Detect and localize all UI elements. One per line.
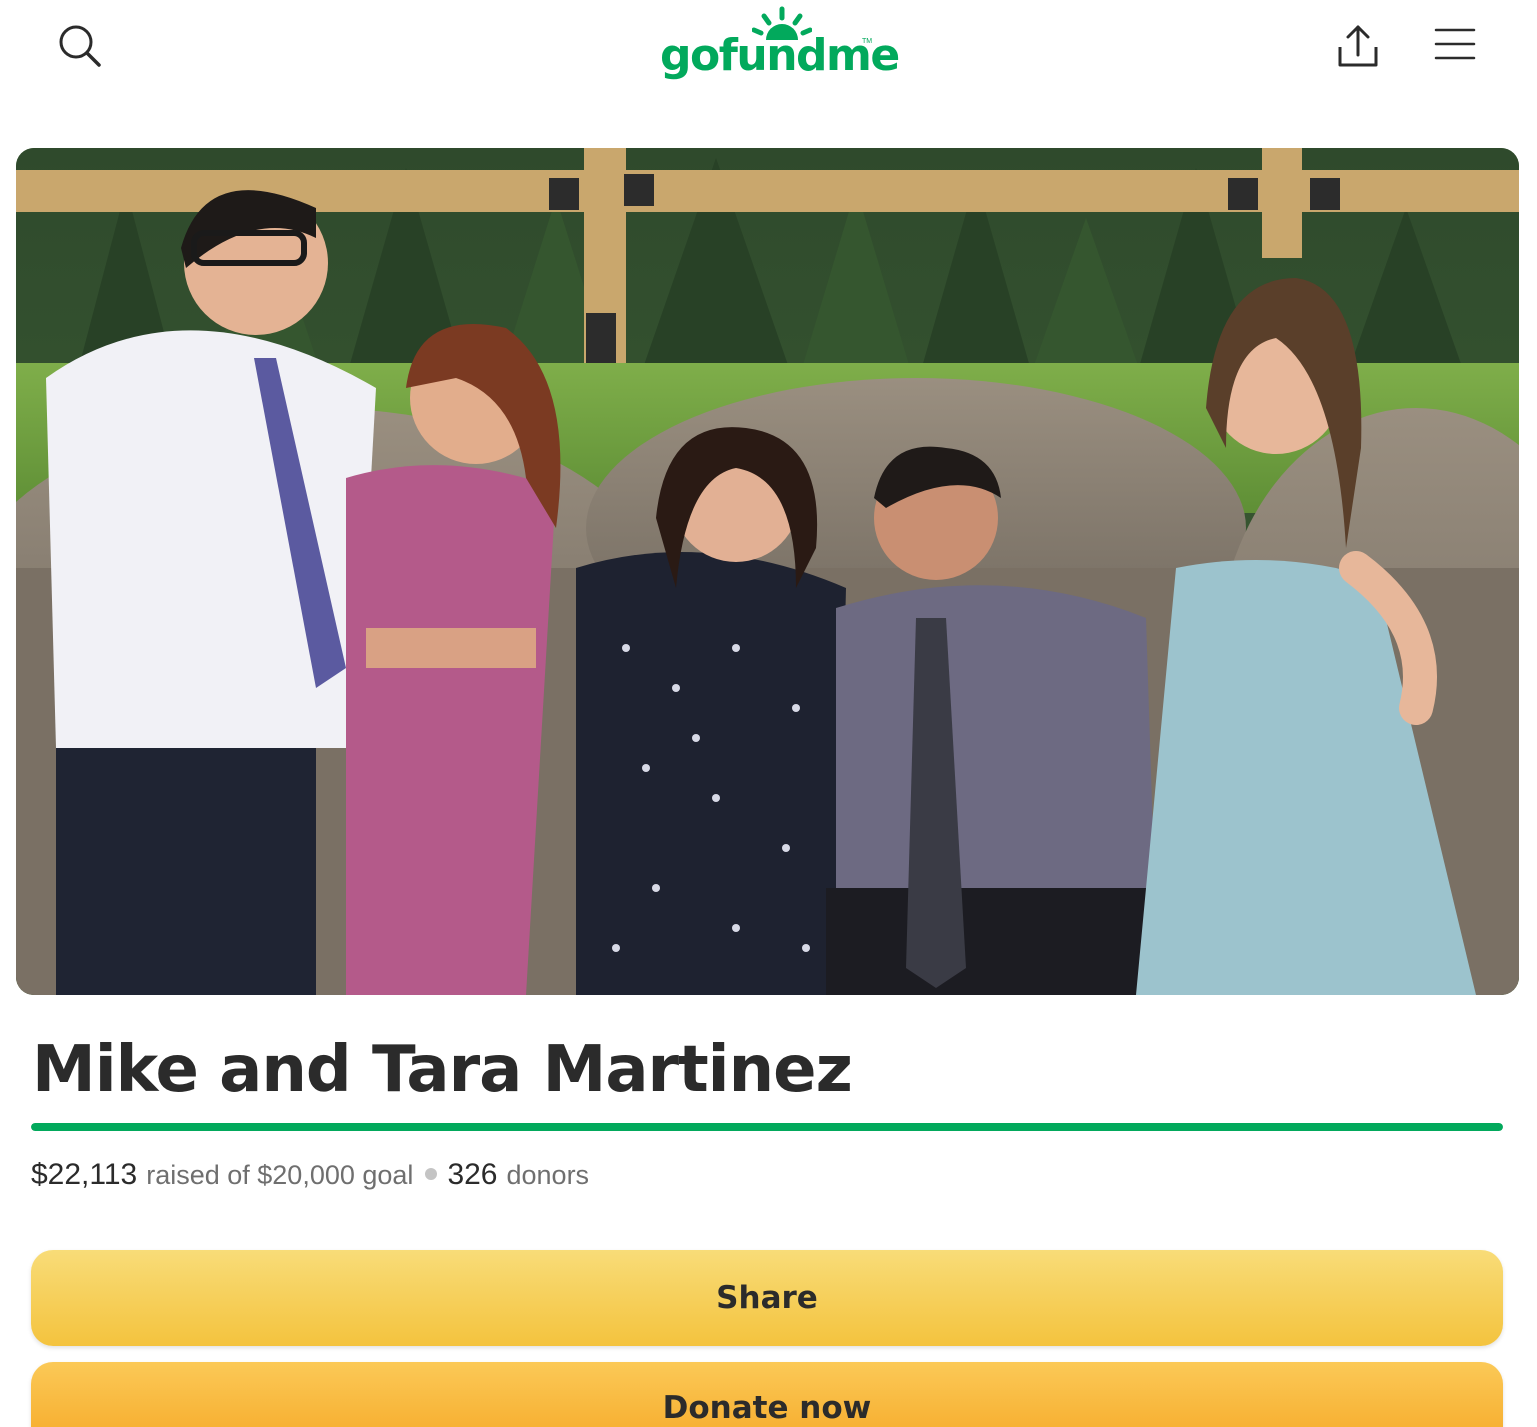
hamburger-menu-icon: [1434, 28, 1476, 60]
share-upload-icon: [1338, 25, 1378, 67]
top-header: gofundme TM: [0, 0, 1537, 100]
gofundme-logo[interactable]: gofundme TM: [660, 6, 900, 86]
hero-photo-illustration: [16, 148, 1519, 995]
donate-now-button[interactable]: Donate now: [31, 1362, 1503, 1427]
amount-raised: $22,113: [31, 1158, 138, 1191]
fundraiser-page: gofundme TM Mike and Tara Martinez $22,1…: [0, 0, 1537, 1427]
logo-trademark: TM: [862, 38, 873, 45]
menu-button[interactable]: [1422, 14, 1488, 74]
goal-text: raised of $20,000 goal: [146, 1160, 414, 1190]
donor-label[interactable]: donors: [507, 1160, 590, 1191]
fundraiser-stats: $22,113 raised of $20,000 goal 326 donor…: [31, 1158, 589, 1198]
donor-count[interactable]: 326: [447, 1158, 497, 1192]
progress-bar-fill: [31, 1123, 1503, 1131]
progress-bar: [31, 1123, 1503, 1131]
fundraiser-hero-image[interactable]: [16, 148, 1519, 995]
separator-dot: [425, 1168, 438, 1180]
search-icon: [59, 25, 101, 67]
fundraiser-title: Mike and Tara Martinez: [32, 1033, 853, 1107]
header-share-button[interactable]: [1326, 14, 1390, 78]
share-button[interactable]: Share: [31, 1250, 1503, 1346]
search-button[interactable]: [50, 16, 110, 76]
